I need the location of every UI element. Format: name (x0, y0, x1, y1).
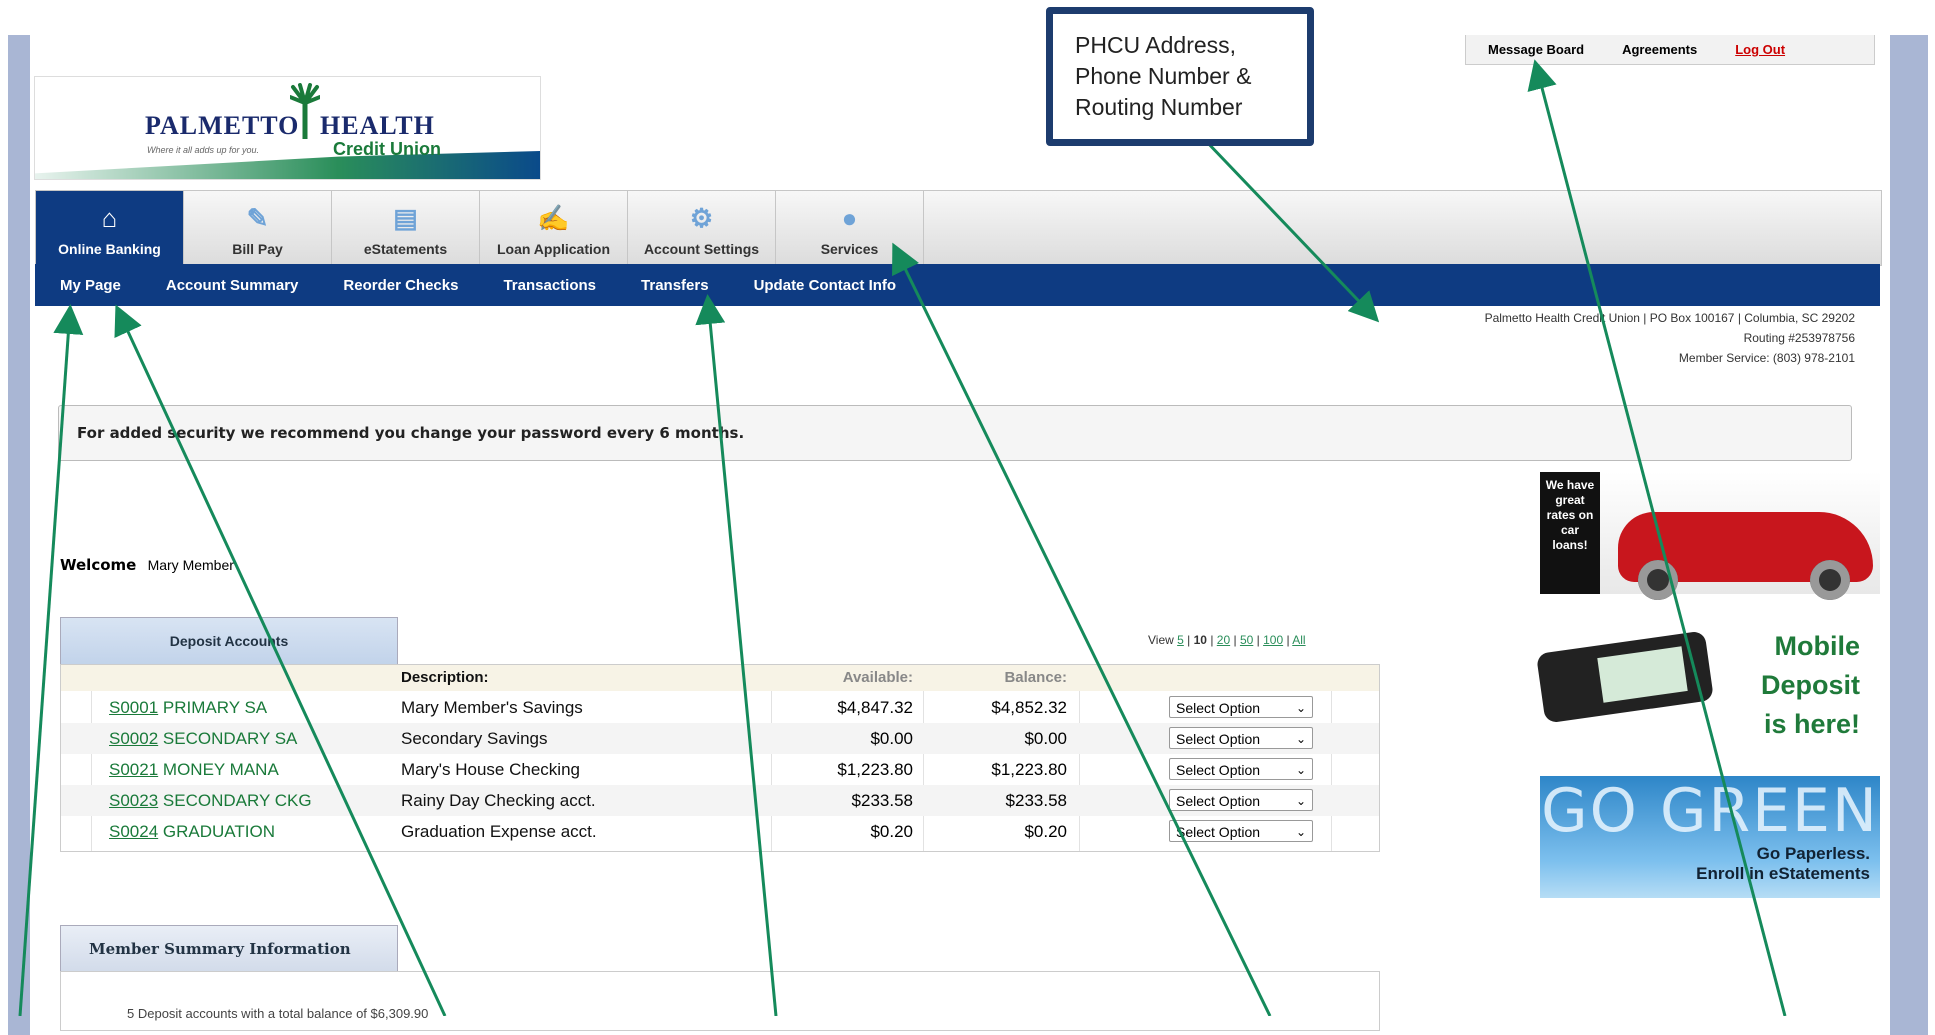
arrow-message-board (1527, 59, 1787, 1016)
arrow-address (1203, 138, 1380, 323)
arrow-online-banking (18, 304, 84, 1016)
callout-line: PHCU Address, (1075, 32, 1237, 58)
annotation-arrows (18, 59, 1787, 1016)
callout-line: Routing Number (1075, 94, 1243, 120)
callout-line: Phone Number & (1075, 63, 1252, 89)
callout-box: PHCU Address, Phone Number & Routing Num… (1046, 7, 1314, 146)
arrow-services (892, 242, 1272, 1016)
arrow-account-settings (695, 294, 778, 1016)
arrow-my-page (114, 304, 447, 1016)
